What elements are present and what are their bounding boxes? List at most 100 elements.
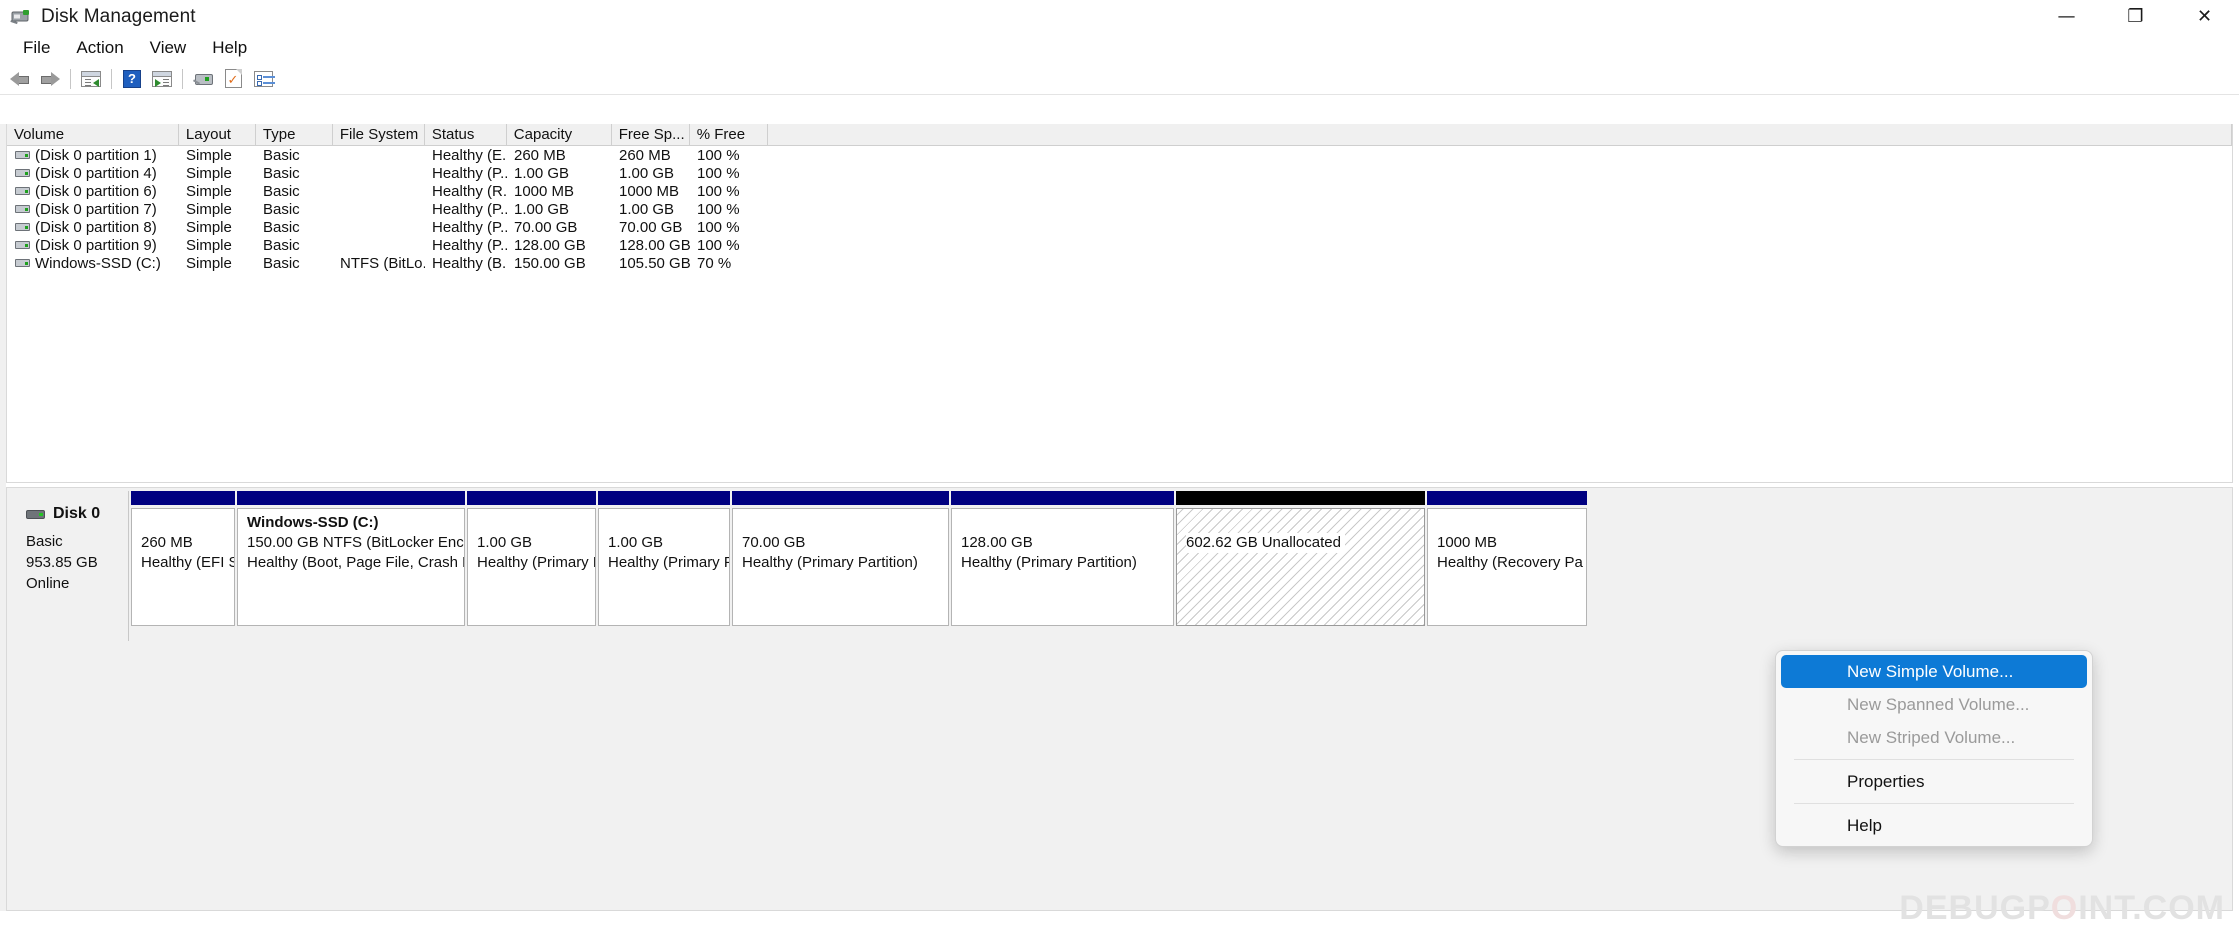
list-view-icon bbox=[254, 71, 273, 87]
partition-title: Windows-SSD (C:) bbox=[247, 513, 464, 533]
table-row[interactable]: (Disk 0 partition 7)SimpleBasicHealthy (… bbox=[7, 200, 2232, 218]
cell-layout: Simple bbox=[179, 147, 256, 164]
volume-list-header: Volume Layout Type File System Status Ca… bbox=[7, 124, 2232, 146]
column-header-free-space[interactable]: Free Sp... bbox=[612, 124, 690, 145]
show-hide-console-tree-button[interactable] bbox=[76, 65, 106, 93]
cell-volume: Windows-SSD (C:) bbox=[7, 255, 179, 272]
column-header-type[interactable]: Type bbox=[256, 124, 333, 145]
watermark-part-3: INT.COM bbox=[2078, 889, 2225, 927]
cell-free-space: 1.00 GB bbox=[612, 201, 690, 218]
partition-status: Healthy (Primary Partition) bbox=[961, 553, 1173, 573]
cell-layout: Simple bbox=[179, 165, 256, 182]
partition-block[interactable]: 1000 MBHealthy (Recovery Pa bbox=[1427, 491, 1587, 601]
cell-volume: (Disk 0 partition 4) bbox=[7, 165, 179, 182]
partition-status: Healthy (EFI Syst bbox=[141, 553, 234, 573]
partition-block[interactable]: Windows-SSD (C:)150.00 GB NTFS (BitLocke… bbox=[237, 491, 465, 601]
partition-block[interactable]: 1.00 GBHealthy (Primary Part bbox=[467, 491, 596, 601]
cell-volume: (Disk 0 partition 6) bbox=[7, 183, 179, 200]
context-menu-item[interactable]: Help bbox=[1781, 809, 2087, 842]
cell-file-system: NTFS (BitLo... bbox=[333, 255, 425, 272]
context-menu-item[interactable]: New Simple Volume... bbox=[1781, 655, 2087, 688]
help-icon: ? bbox=[123, 70, 141, 88]
cell-type: Basic bbox=[256, 165, 333, 182]
partition-block[interactable]: 70.00 GBHealthy (Primary Partition) bbox=[732, 491, 949, 601]
column-header-status[interactable]: Status bbox=[425, 124, 507, 145]
close-button[interactable]: ✕ bbox=[2170, 0, 2239, 33]
cell-capacity: 1000 MB bbox=[507, 183, 612, 200]
partition-body: 1000 MBHealthy (Recovery Pa bbox=[1427, 508, 1587, 626]
properties-icon: ✓ bbox=[225, 69, 242, 88]
maximize-button[interactable]: ❐ bbox=[2101, 0, 2170, 33]
show-action-pane-button[interactable] bbox=[147, 65, 177, 93]
disk-state: Online bbox=[26, 573, 128, 594]
context-menu-item: New Striped Volume... bbox=[1781, 721, 2087, 754]
table-row[interactable]: (Disk 0 partition 9)SimpleBasicHealthy (… bbox=[7, 236, 2232, 254]
table-row[interactable]: (Disk 0 partition 4)SimpleBasicHealthy (… bbox=[7, 164, 2232, 182]
cell-percent-free: 100 % bbox=[690, 147, 768, 164]
back-arrow-icon bbox=[10, 71, 30, 87]
help-button[interactable]: ? bbox=[117, 65, 147, 93]
menu-separator bbox=[1794, 803, 2074, 804]
watermark-part-2: O bbox=[2051, 889, 2078, 927]
title-bar: Disk Management — ❐ ✕ bbox=[0, 0, 2239, 33]
partition-body: 602.62 GBUnallocated bbox=[1176, 508, 1425, 626]
partition-size: 1.00 GB bbox=[477, 533, 595, 553]
volume-icon bbox=[15, 186, 30, 197]
column-header-volume[interactable]: Volume bbox=[7, 124, 179, 145]
list-view-button[interactable] bbox=[248, 65, 278, 93]
forward-arrow-icon bbox=[40, 71, 60, 87]
minimize-button[interactable]: — bbox=[2032, 0, 2101, 33]
menu-help[interactable]: Help bbox=[199, 35, 260, 61]
forward-button[interactable] bbox=[35, 65, 65, 93]
volume-icon bbox=[15, 168, 30, 179]
partition-status: Healthy (Recovery Pa bbox=[1437, 553, 1586, 573]
column-header-layout[interactable]: Layout bbox=[179, 124, 256, 145]
menu-file[interactable]: File bbox=[10, 35, 63, 61]
table-row[interactable]: Windows-SSD (C:)SimpleBasicNTFS (BitLo..… bbox=[7, 254, 2232, 272]
menu-view[interactable]: View bbox=[137, 35, 200, 61]
partition-block[interactable]: 128.00 GBHealthy (Primary Partition) bbox=[951, 491, 1174, 601]
rescan-disks-button[interactable] bbox=[188, 65, 218, 93]
cell-type: Basic bbox=[256, 237, 333, 254]
cell-status: Healthy (E... bbox=[425, 147, 507, 164]
partition-block[interactable]: 260 MBHealthy (EFI Syst bbox=[131, 491, 235, 601]
disk-management-window: Disk Management — ❐ ✕ File Action View H… bbox=[0, 0, 2239, 942]
show-action-pane-icon bbox=[152, 71, 172, 87]
cell-type: Basic bbox=[256, 183, 333, 200]
cell-status: Healthy (P... bbox=[425, 201, 507, 218]
cell-percent-free: 100 % bbox=[690, 165, 768, 182]
partition-block[interactable]: 602.62 GBUnallocated bbox=[1176, 491, 1425, 601]
partition-block[interactable]: 1.00 GBHealthy (Primary Part bbox=[598, 491, 730, 601]
column-header-capacity[interactable]: Capacity bbox=[507, 124, 612, 145]
disk-title: Disk 0 bbox=[26, 505, 128, 523]
toolbar-separator-3 bbox=[182, 69, 183, 89]
context-menu-item[interactable]: Properties bbox=[1781, 765, 2087, 798]
context-menu-item-label: New Striped Volume... bbox=[1847, 728, 2015, 748]
window-title: Disk Management bbox=[41, 6, 196, 28]
partition-size: 128.00 GB bbox=[961, 533, 1173, 553]
partition-size: 150.00 GB NTFS (BitLocker Encrypted) bbox=[247, 533, 464, 553]
cell-capacity: 70.00 GB bbox=[507, 219, 612, 236]
cell-layout: Simple bbox=[179, 255, 256, 272]
table-row[interactable]: (Disk 0 partition 6)SimpleBasicHealthy (… bbox=[7, 182, 2232, 200]
cell-free-space: 1000 MB bbox=[612, 183, 690, 200]
partition-color-band bbox=[598, 491, 730, 505]
column-header-file-system[interactable]: File System bbox=[333, 124, 425, 145]
cell-capacity: 260 MB bbox=[507, 147, 612, 164]
back-button[interactable] bbox=[5, 65, 35, 93]
column-header-percent-free[interactable]: % Free bbox=[690, 124, 768, 145]
disk-management-icon bbox=[10, 6, 32, 28]
menu-action[interactable]: Action bbox=[63, 35, 136, 61]
cell-layout: Simple bbox=[179, 183, 256, 200]
properties-button[interactable]: ✓ bbox=[218, 65, 248, 93]
column-header-spacer bbox=[768, 124, 2232, 145]
cell-percent-free: 100 % bbox=[690, 201, 768, 218]
table-row[interactable]: (Disk 0 partition 8)SimpleBasicHealthy (… bbox=[7, 218, 2232, 236]
close-icon: ✕ bbox=[2197, 8, 2212, 26]
disk-info-panel[interactable]: Disk 0 Basic 953.85 GB Online bbox=[8, 491, 129, 641]
volume-icon bbox=[15, 204, 30, 215]
cell-free-space: 1.00 GB bbox=[612, 165, 690, 182]
partition-body: 128.00 GBHealthy (Primary Partition) bbox=[951, 508, 1174, 626]
table-row[interactable]: (Disk 0 partition 1)SimpleBasicHealthy (… bbox=[7, 146, 2232, 164]
cell-layout: Simple bbox=[179, 237, 256, 254]
